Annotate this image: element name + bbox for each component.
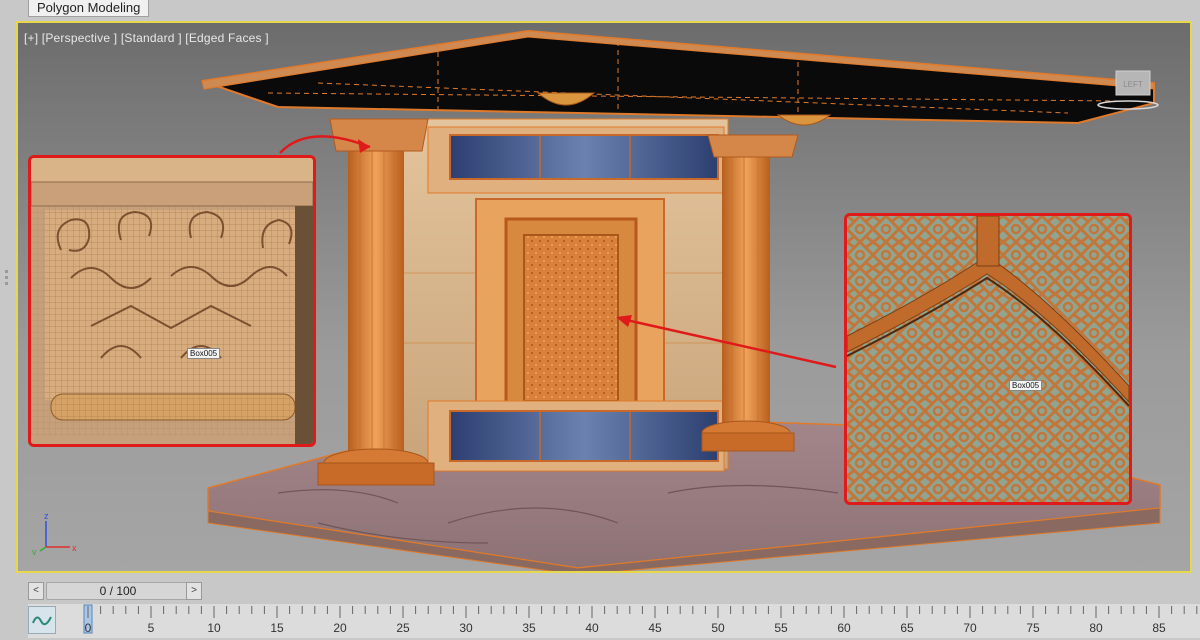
panel-resize-handle[interactable] bbox=[2, 20, 12, 580]
time-slider-thumb[interactable]: 0 / 100 bbox=[46, 582, 190, 600]
axis-z-label: z bbox=[44, 511, 49, 521]
ruler-tick-label: 20 bbox=[333, 621, 347, 635]
lattice-detail-inset: Box005 bbox=[844, 213, 1132, 505]
ruler-tick-label: 65 bbox=[900, 621, 914, 635]
perspective-viewport[interactable]: [+] [Perspective ] [Standard ] [Edged Fa… bbox=[16, 21, 1192, 573]
ribbon-tab-polygon-modeling[interactable]: Polygon Modeling bbox=[28, 0, 150, 17]
next-frame-button[interactable]: > bbox=[186, 582, 202, 600]
ruler-tick-label: 10 bbox=[207, 621, 221, 635]
ruler-tick-label: 45 bbox=[648, 621, 662, 635]
capital-detail-inset: Box005 bbox=[28, 155, 316, 447]
time-slider[interactable]: < 0 / 100 > bbox=[28, 582, 1198, 600]
ruler-tick-label: 30 bbox=[459, 621, 473, 635]
ruler-tick-label: 60 bbox=[837, 621, 851, 635]
ruler-tick-label: 50 bbox=[711, 621, 725, 635]
axis-tripod: z x y bbox=[32, 511, 80, 560]
viewcube[interactable]: LEFT bbox=[1104, 67, 1164, 107]
ruler-tick-label: 75 bbox=[1026, 621, 1040, 635]
ruler-tick-label: 40 bbox=[585, 621, 599, 635]
ruler-tick-label: 85 bbox=[1152, 621, 1166, 635]
ruler-tick-label: 35 bbox=[522, 621, 536, 635]
ruler-tick-label: 25 bbox=[396, 621, 410, 635]
ruler-tick-label: 80 bbox=[1089, 621, 1103, 635]
axis-x-label: x bbox=[72, 543, 77, 553]
ruler-tick-label: 5 bbox=[148, 621, 155, 635]
object-tag-box005-left: Box005 bbox=[187, 348, 221, 359]
ruler-tick-label: 55 bbox=[774, 621, 788, 635]
frame-ruler[interactable]: 0 5 10 15 20 25 30 35 40 45 50 55 60 65 70 75 80 85 bbox=[60, 604, 1200, 638]
viewcube-face-label: LEFT bbox=[1123, 80, 1143, 89]
frame-counter: 0 / 100 bbox=[99, 584, 137, 598]
trackbar[interactable]: 0 5 10 15 20 25 30 35 40 45 50 55 60 65 70 75 80 85 bbox=[28, 604, 1200, 638]
curve-editor-icon[interactable] bbox=[28, 606, 56, 634]
capital-detail-image bbox=[31, 158, 313, 444]
axis-y-label: y bbox=[32, 547, 37, 555]
ruler-tick-label: 15 bbox=[270, 621, 284, 635]
object-tag-box005-right: Box005 bbox=[1009, 380, 1043, 391]
lattice-detail-image bbox=[847, 216, 1129, 502]
viewport-label-menu[interactable]: [+] [Perspective ] [Standard ] [Edged Fa… bbox=[24, 31, 269, 45]
prev-frame-button[interactable]: < bbox=[28, 582, 44, 600]
ruler-tick-label: 0 bbox=[85, 621, 92, 635]
ruler-tick-label: 70 bbox=[963, 621, 977, 635]
